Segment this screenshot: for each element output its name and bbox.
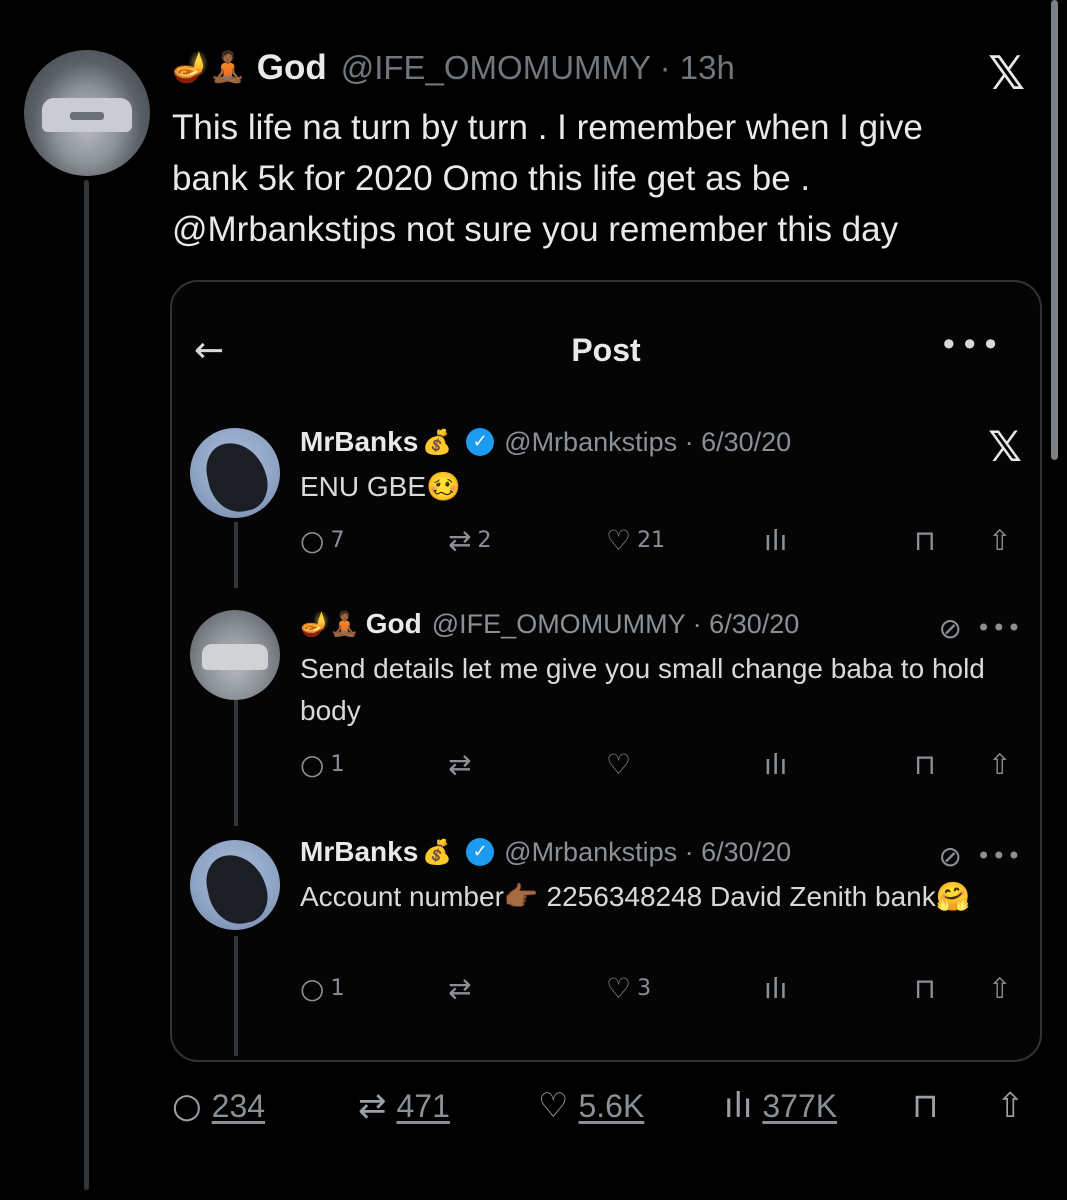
verified-icon: ✓: [466, 838, 495, 866]
bookmark-button[interactable]: ⊓: [912, 1086, 939, 1126]
like-count: ♡ 21: [606, 524, 666, 557]
heart-icon: ♡: [606, 972, 632, 1005]
money-bag-icon: 💰: [422, 428, 453, 456]
avatar: [190, 428, 280, 518]
retweet-icon: ⇄: [448, 748, 472, 781]
tweet-text: This life na turn by turn . I remember w…: [172, 102, 1052, 255]
name-emoji: 🪔🧘🏾: [300, 610, 360, 638]
like-count: ♡ 3: [606, 972, 652, 1005]
views-icon: ılı: [764, 524, 788, 557]
retweet-icon: ⇄: [448, 972, 472, 1005]
views-icon: ılı: [764, 748, 788, 781]
reply-button[interactable]: ○ 234: [172, 1086, 265, 1126]
reply-handle: @Mrbankstips · 6/30/20: [504, 426, 792, 457]
reply-name: MrBanks: [300, 426, 419, 457]
more-icon: •••: [976, 614, 1022, 642]
money-bag-icon: 💰: [422, 838, 453, 866]
tweet-text-line: @Mrbankstips not sure you remember this …: [172, 210, 899, 249]
retweet-count: 471: [396, 1087, 450, 1124]
like-button[interactable]: ♡ 5.6K: [538, 1086, 644, 1126]
display-name[interactable]: God: [257, 48, 327, 88]
avatar[interactable]: [24, 50, 150, 176]
x-logo-icon: 𝕏: [988, 46, 1026, 100]
heart-icon: ♡: [606, 748, 632, 781]
handle-text: @IFE_OMOMUMMY: [340, 49, 651, 86]
more-icon: •••: [976, 842, 1022, 870]
reply-count: ○ 1: [300, 972, 345, 1005]
retweet-icon: ⇄: [448, 524, 472, 557]
avatar: [190, 840, 280, 930]
retweet-count: ⇄ 2: [448, 524, 492, 557]
share-icon: ⇧: [988, 524, 1012, 557]
reply-name: MrBanks: [300, 836, 419, 867]
retweet-button[interactable]: ⇄ 471: [358, 1086, 450, 1126]
separator: ·: [659, 49, 671, 86]
reply-handle: @Mrbankstips · 6/30/20: [504, 836, 792, 867]
reply-text: Send details let me give you small chang…: [300, 653, 985, 726]
bookmark-icon: ⊓: [914, 972, 936, 1005]
share-icon: ⇧: [996, 1086, 1025, 1126]
thread-connector: [234, 700, 238, 826]
timestamp: 13h: [679, 49, 735, 86]
reply-icon: ○: [300, 524, 325, 557]
share-button[interactable]: ⇧: [996, 1086, 1025, 1126]
reply-icon: ○: [300, 748, 325, 781]
car-image: [42, 98, 132, 132]
reply-actions: ○ 1 ⇄ ♡ ılı ⊓ ⇧: [300, 748, 1020, 784]
thread-line: [84, 180, 89, 1190]
grok-icon: ⊘: [938, 840, 962, 873]
reply-icon: ○: [300, 972, 325, 1005]
thread-connector: [234, 522, 238, 588]
heart-icon: ♡: [606, 524, 632, 557]
views-icon: ılı: [764, 972, 788, 1005]
reply-text: ENU GBE🥴: [300, 471, 461, 502]
post-title: Post: [571, 332, 641, 368]
bookmark-icon: ⊓: [914, 748, 936, 781]
reply-name: God: [365, 608, 422, 639]
handle[interactable]: @IFE_OMOMUMMY · 13h: [341, 49, 735, 87]
reply-icon: ○: [172, 1086, 202, 1126]
thread-connector: [234, 936, 238, 1056]
x-logo-icon: 𝕏: [988, 422, 1022, 471]
scrollbar[interactable]: [1051, 0, 1058, 460]
reply-actions: ○ 7 ⇄ 2 ♡ 21 ılı ⊓ ⇧: [300, 524, 1020, 560]
reply-count: 234: [211, 1087, 266, 1124]
like-count: 5.6K: [578, 1087, 645, 1124]
reply-header: 🪔🧘🏾 God @IFE_OMOMUMMY · 6/30/20: [300, 608, 799, 640]
tweet-actions: ○ 234 ⇄ 471 ♡ 5.6K ılı 377K ⊓ ⇧: [172, 1086, 1042, 1136]
reply-handle: @IFE_OMOMUMMY · 6/30/20: [431, 608, 800, 639]
more-icon: •••: [939, 326, 1002, 364]
reply-header: MrBanks 💰 ✓ @Mrbankstips · 6/30/20: [300, 426, 791, 458]
bookmark-icon: ⊓: [914, 524, 936, 557]
reply-count: ○ 7: [300, 524, 345, 557]
verified-icon: ✓: [466, 428, 495, 456]
views-icon: ılı: [724, 1086, 753, 1126]
grok-icon: ⊘: [938, 612, 962, 645]
tweet-text-line: This life na turn by turn . I remember w…: [172, 108, 923, 147]
reply-count: ○ 1: [300, 748, 345, 781]
tweet-header: 🪔🧘🏾 God @IFE_OMOMUMMY · 13h: [172, 46, 735, 90]
views-button[interactable]: ılı 377K: [724, 1086, 837, 1126]
quoted-screenshot[interactable]: ← Post ••• MrBanks 💰 ✓ @Mrbankstips · 6/…: [170, 280, 1042, 1062]
views-count: 377K: [762, 1087, 838, 1124]
share-icon: ⇧: [988, 972, 1012, 1005]
share-icon: ⇧: [988, 748, 1012, 781]
avatar: [190, 610, 280, 700]
heart-icon: ♡: [538, 1086, 569, 1126]
retweet-icon: ⇄: [358, 1086, 387, 1126]
reply-text: Account number👉🏾 2256348248 David Zenith…: [300, 881, 971, 912]
tweet-text-line: bank 5k for 2020 Omo this life get as be…: [172, 159, 811, 198]
name-emoji: 🪔🧘🏾: [172, 50, 247, 85]
reply-header: MrBanks 💰 ✓ @Mrbankstips · 6/30/20: [300, 836, 791, 868]
reply-actions: ○ 1 ⇄ ♡ 3 ılı ⊓ ⇧: [300, 972, 1020, 1008]
bookmark-icon: ⊓: [912, 1086, 939, 1126]
